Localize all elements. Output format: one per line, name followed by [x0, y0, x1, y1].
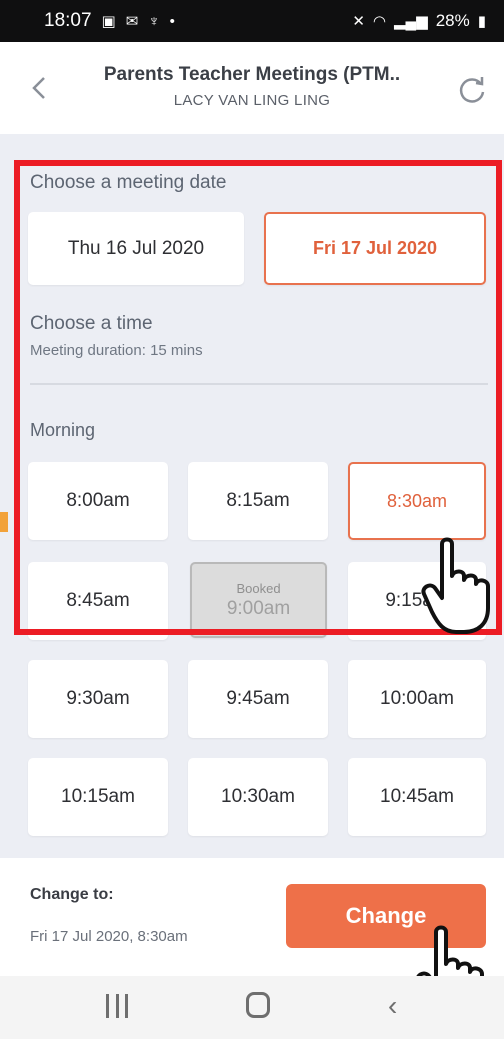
time-slot-1015[interactable]: 10:15am: [28, 758, 168, 836]
signal-icon: ▂▄▆: [394, 13, 428, 30]
app-bar: Parents Teacher Meetings (PTM.. LACY VAN…: [0, 42, 504, 134]
section-divider: [30, 383, 488, 385]
time-slot-1045[interactable]: 10:45am: [348, 758, 486, 836]
date-option-label: Fri 17 Jul 2020: [312, 238, 438, 258]
battery-level: 28%: [435, 11, 470, 30]
time-slot-label: 8:15am: [226, 490, 290, 511]
change-footer: Change to: Fri 17 Jul 2020, 8:30am Chang…: [0, 858, 504, 976]
system-nav-bar: ‹: [0, 976, 504, 1039]
date-option-thu-16[interactable]: Thu 16 Jul 2020: [28, 212, 244, 285]
booked-label: Booked: [236, 580, 281, 596]
time-slot-label: 9:00am: [226, 597, 291, 619]
header-titles: Parents Teacher Meetings (PTM.. LACY VAN…: [70, 64, 434, 109]
status-time: 18:07: [44, 10, 92, 31]
page-subtitle: LACY VAN LING LING: [173, 92, 331, 109]
time-slot-830[interactable]: 8:30am: [348, 462, 486, 540]
time-slot-930[interactable]: 9:30am: [28, 660, 168, 738]
date-section-label: Choose a meeting date: [30, 172, 227, 193]
time-slot-label: 8:00am: [66, 490, 130, 511]
time-slot-label: 8:30am: [386, 490, 448, 511]
time-slot-label: 9:15am: [385, 590, 449, 611]
time-slot-900-booked: Booked 9:00am: [190, 562, 327, 638]
nav-home-icon[interactable]: [246, 992, 270, 1018]
status-bar: 18:07 ▣ ✉ ♆ • ✕ ◠ ▂▄▆ 28% ▮: [0, 0, 504, 42]
time-slot-label: 9:45am: [226, 688, 290, 709]
nav-recents-icon[interactable]: [106, 994, 128, 1018]
time-slot-915[interactable]: 9:15am: [348, 562, 486, 640]
page-title: Parents Teacher Meetings (PTM..: [103, 64, 401, 85]
date-option-label: Thu 16 Jul 2020: [67, 237, 205, 259]
change-to-label: Change to:: [30, 886, 114, 903]
time-slot-945[interactable]: 9:45am: [188, 660, 328, 738]
notification-icon: ✉: [125, 13, 139, 30]
time-slot-label: 10:45am: [380, 786, 454, 807]
side-marker: [0, 512, 8, 532]
wifi-icon: ◠: [372, 13, 386, 30]
time-slot-1030[interactable]: 10:30am: [188, 758, 328, 836]
time-slot-label: 9:30am: [66, 688, 130, 709]
time-slot-1000[interactable]: 10:00am: [348, 660, 486, 738]
gallery-icon: ▣: [101, 13, 116, 30]
time-slot-815[interactable]: 8:15am: [188, 462, 328, 540]
time-section-label: Choose a time: [30, 313, 153, 334]
time-slot-label: 10:15am: [61, 786, 135, 807]
time-slot-800[interactable]: 8:00am: [28, 462, 168, 540]
time-slot-label: 10:30am: [221, 786, 295, 807]
time-slot-845[interactable]: 8:45am: [28, 562, 168, 640]
change-to-value: Fri 17 Jul 2020, 8:30am: [30, 928, 188, 945]
date-option-fri-17[interactable]: Fri 17 Jul 2020: [264, 212, 486, 285]
change-button[interactable]: Change: [286, 884, 486, 948]
back-chevron-icon[interactable]: [26, 70, 56, 106]
time-slot-label: 10:00am: [380, 688, 454, 709]
mute-icon: ✕: [352, 13, 365, 30]
meeting-duration-note: Meeting duration: 15 mins: [30, 342, 203, 359]
dot-icon: •: [169, 12, 175, 30]
morning-label: Morning: [30, 420, 96, 440]
usb-icon: ♆: [148, 12, 160, 30]
refresh-icon[interactable]: [454, 72, 490, 108]
battery-icon: ▮: [477, 13, 486, 30]
change-button-label: Change: [345, 903, 427, 928]
nav-back-icon[interactable]: ‹: [388, 990, 397, 1022]
time-slot-label: 8:45am: [66, 590, 130, 611]
